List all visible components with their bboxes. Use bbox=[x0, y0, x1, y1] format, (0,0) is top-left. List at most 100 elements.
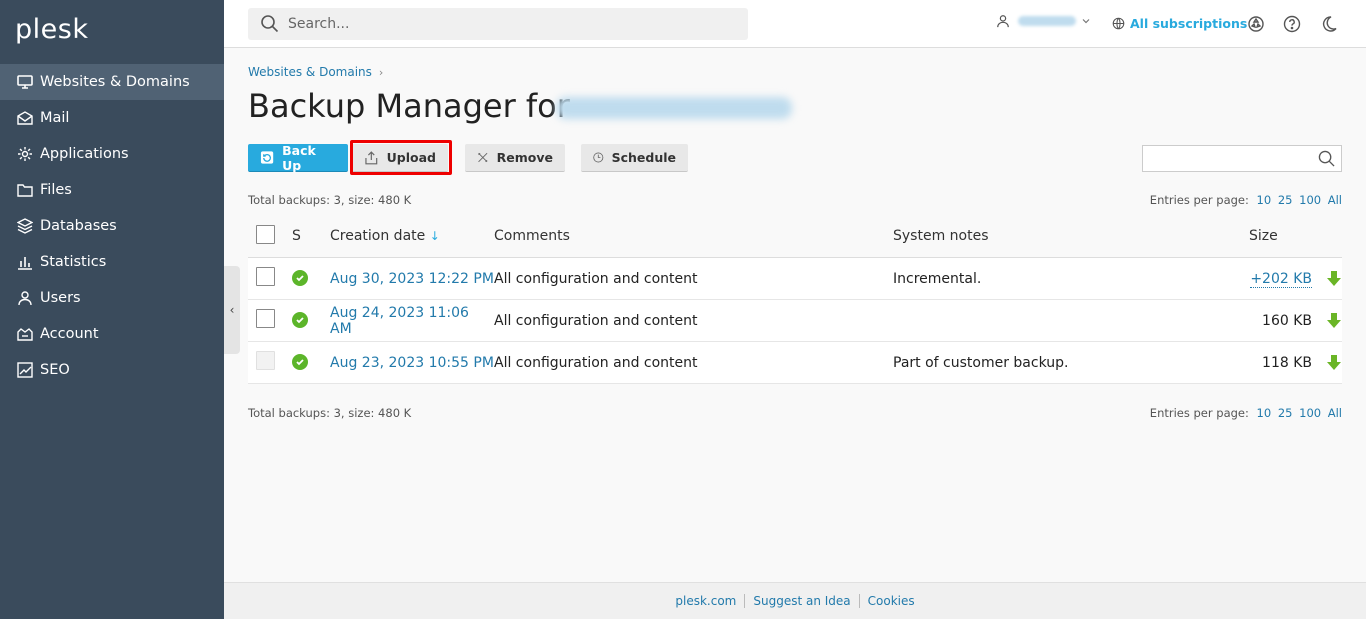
entries-label: Entries per page: bbox=[1149, 193, 1249, 207]
chevron-right-icon: › bbox=[378, 65, 384, 79]
account-icon bbox=[16, 325, 34, 343]
remove-label: Remove bbox=[496, 150, 553, 165]
download-icon[interactable] bbox=[1326, 270, 1342, 287]
subscriptions-label: All subscriptions bbox=[1130, 16, 1248, 31]
entries-option-10[interactable]: 10 bbox=[1257, 193, 1272, 207]
gear-icon bbox=[16, 145, 34, 163]
database-icon bbox=[16, 217, 34, 235]
sidebar-item-websites-domains[interactable]: Websites & Domains bbox=[0, 64, 224, 100]
entries-option-100[interactable]: 100 bbox=[1299, 406, 1321, 420]
global-search[interactable] bbox=[248, 8, 748, 40]
user-icon bbox=[16, 289, 34, 307]
mail-icon bbox=[16, 109, 34, 127]
footer: plesk.com Suggest an Idea Cookies bbox=[224, 582, 1366, 619]
sidebar-item-label: Files bbox=[40, 182, 72, 198]
user-menu[interactable] bbox=[996, 14, 1090, 28]
entries-option-10[interactable]: 10 bbox=[1257, 406, 1272, 420]
table-row: Aug 30, 2023 12:22 PM All configuration … bbox=[248, 258, 1342, 300]
footer-divider bbox=[858, 594, 860, 608]
backup-system-notes: Incremental. bbox=[893, 270, 982, 287]
sidebar-item-label: SEO bbox=[40, 362, 70, 378]
sidebar-item-label: Users bbox=[40, 290, 81, 306]
backup-date-link[interactable]: Aug 23, 2023 10:55 PM bbox=[330, 355, 494, 371]
row-checkbox[interactable] bbox=[256, 309, 275, 328]
remove-icon bbox=[478, 152, 488, 163]
main-content: Websites & Domains › Backup Manager for … bbox=[224, 49, 1366, 582]
backup-summary-bottom: Total backups: 3, size: 480 K bbox=[248, 406, 412, 420]
footer-link-suggest-idea[interactable]: Suggest an Idea bbox=[753, 594, 850, 608]
backup-system-notes: Part of customer backup. bbox=[893, 354, 1069, 371]
row-checkbox[interactable] bbox=[256, 267, 275, 286]
schedule-label: Schedule bbox=[611, 150, 676, 165]
header-creation-date[interactable]: Creation date ↓ bbox=[330, 228, 494, 244]
page-title: Backup Manager for bbox=[248, 87, 570, 125]
monitor-icon bbox=[16, 73, 34, 91]
user-icon bbox=[997, 15, 1009, 28]
backup-size-link[interactable]: +202 KB bbox=[1250, 270, 1312, 288]
sidebar-item-label: Websites & Domains bbox=[40, 74, 190, 90]
footer-link-plesk[interactable]: plesk.com bbox=[675, 594, 736, 608]
backup-button[interactable]: Back Up bbox=[248, 142, 348, 173]
sidebar-item-seo[interactable]: SEO bbox=[0, 352, 224, 388]
sidebar-item-label: Account bbox=[40, 326, 99, 342]
list-search-field[interactable] bbox=[1142, 145, 1342, 172]
backups-table: S Creation date ↓ Comments System notes … bbox=[248, 215, 1342, 384]
table-header: S Creation date ↓ Comments System notes … bbox=[248, 215, 1342, 258]
backup-date-link[interactable]: Aug 24, 2023 11:06 AM bbox=[330, 305, 494, 337]
select-all-checkbox[interactable] bbox=[256, 224, 275, 244]
entries-option-all[interactable]: All bbox=[1328, 406, 1342, 420]
sidebar-item-account[interactable]: Account bbox=[0, 316, 224, 352]
globe-icon bbox=[1112, 17, 1125, 30]
entries-option-25[interactable]: 25 bbox=[1278, 193, 1293, 207]
download-icon[interactable] bbox=[1326, 354, 1342, 371]
remove-button[interactable]: Remove bbox=[465, 144, 565, 172]
sidebar-nav: Websites & Domains Mail Applications Fil… bbox=[0, 64, 224, 388]
sidebar-item-databases[interactable]: Databases bbox=[0, 208, 224, 244]
backup-comment: All configuration and content bbox=[494, 354, 698, 371]
footer-link-cookies[interactable]: Cookies bbox=[868, 594, 915, 608]
sidebar-item-label: Applications bbox=[40, 146, 129, 162]
help-icon[interactable] bbox=[1283, 15, 1301, 33]
backup-label: Back Up bbox=[282, 142, 316, 173]
sidebar-item-label: Mail bbox=[40, 110, 70, 126]
all-subscriptions-link[interactable]: All subscriptions bbox=[1112, 16, 1247, 31]
entries-label: Entries per page: bbox=[1149, 406, 1249, 420]
folder-icon bbox=[16, 181, 34, 199]
entries-option-25[interactable]: 25 bbox=[1278, 406, 1293, 420]
entries-per-page-top: Entries per page: 10 25 100 All bbox=[1150, 193, 1342, 207]
backup-date-link[interactable]: Aug 30, 2023 12:22 PM bbox=[330, 271, 494, 287]
header-size[interactable]: Size bbox=[1223, 228, 1312, 244]
bar-chart-icon bbox=[16, 253, 34, 271]
search-input[interactable] bbox=[288, 16, 688, 32]
header-status[interactable]: S bbox=[284, 228, 330, 244]
sidebar-item-applications[interactable]: Applications bbox=[0, 136, 224, 172]
success-check-icon bbox=[292, 312, 308, 328]
table-row: Aug 24, 2023 11:06 AM All configuration … bbox=[248, 300, 1342, 342]
sidebar-item-users[interactable]: Users bbox=[0, 280, 224, 316]
sidebar: plesk Websites & Domains Mail Applicatio… bbox=[0, 0, 224, 619]
plesk-logo[interactable]: plesk bbox=[15, 14, 88, 45]
success-check-icon bbox=[292, 354, 308, 370]
entries-per-page-bottom: Entries per page: 10 25 100 All bbox=[1150, 406, 1342, 420]
sidebar-item-statistics[interactable]: Statistics bbox=[0, 244, 224, 280]
sidebar-item-label: Statistics bbox=[40, 254, 107, 270]
header-creation-date-label: Creation date bbox=[330, 228, 426, 244]
extensions-icon[interactable] bbox=[1247, 15, 1265, 33]
schedule-button[interactable]: Schedule bbox=[581, 144, 688, 172]
sidebar-item-mail[interactable]: Mail bbox=[0, 100, 224, 136]
entries-option-all[interactable]: All bbox=[1328, 193, 1342, 207]
footer-divider bbox=[744, 594, 746, 608]
header-system-notes[interactable]: System notes bbox=[893, 228, 1223, 244]
backup-size: 118 KB bbox=[1262, 354, 1312, 371]
backup-icon bbox=[260, 151, 274, 164]
header-comments[interactable]: Comments bbox=[494, 228, 893, 244]
breadcrumb-websites-domains[interactable]: Websites & Domains bbox=[248, 65, 372, 79]
clock-icon bbox=[593, 152, 604, 163]
entries-option-100[interactable]: 100 bbox=[1299, 193, 1321, 207]
backup-size: 160 KB bbox=[1262, 312, 1312, 329]
dark-mode-icon[interactable] bbox=[1320, 15, 1338, 33]
sidebar-item-files[interactable]: Files bbox=[0, 172, 224, 208]
download-icon[interactable] bbox=[1326, 312, 1342, 329]
chevron-down-icon bbox=[1082, 19, 1090, 24]
table-row: Aug 23, 2023 10:55 PM All configuration … bbox=[248, 342, 1342, 384]
